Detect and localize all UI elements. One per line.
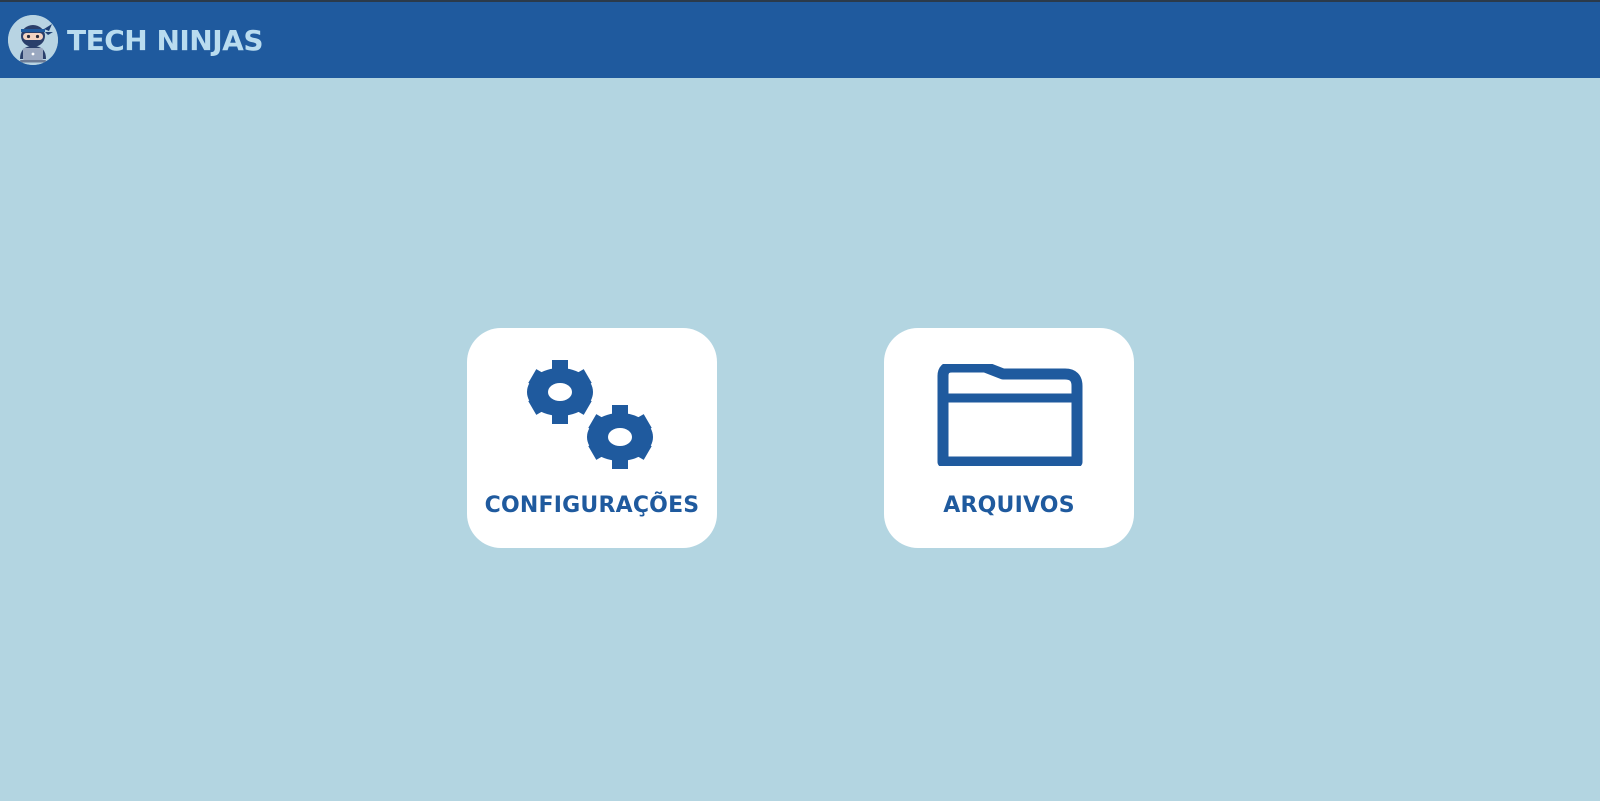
home-menu: CONFIGURAÇÕES ARQUIVOS bbox=[0, 78, 1600, 801]
ninja-logo-icon[interactable] bbox=[8, 15, 58, 65]
folder-icon bbox=[937, 364, 1083, 466]
files-tile-label: ARQUIVOS bbox=[943, 493, 1075, 518]
brand-title: TECH NINJAS bbox=[67, 23, 264, 57]
files-tile-button[interactable]: ARQUIVOS bbox=[884, 328, 1134, 548]
settings-tile-label: CONFIGURAÇÕES bbox=[484, 493, 700, 518]
gears-icon bbox=[527, 360, 653, 469]
settings-tile-button[interactable]: CONFIGURAÇÕES bbox=[467, 328, 717, 548]
ninja-logo-graphic bbox=[8, 15, 58, 65]
app-header: TECH NINJAS bbox=[0, 2, 1600, 78]
